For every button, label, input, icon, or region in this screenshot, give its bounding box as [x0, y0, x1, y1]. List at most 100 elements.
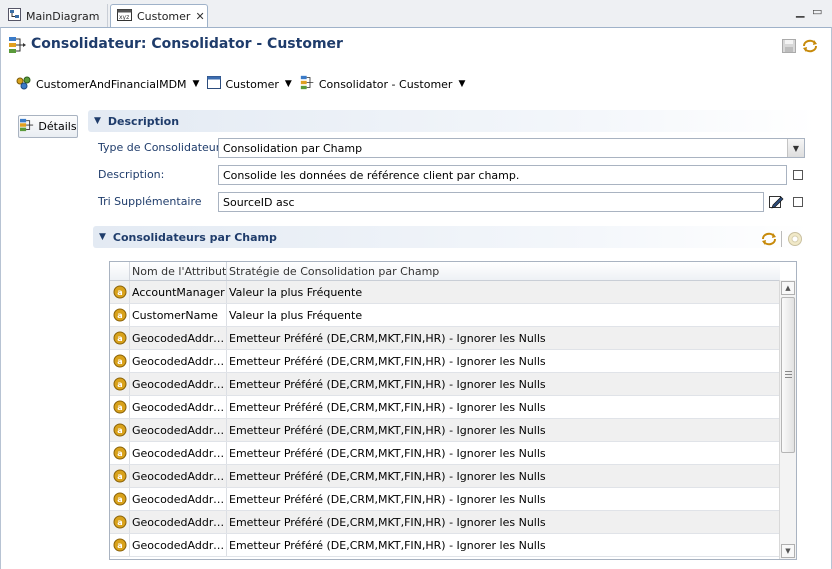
breadcrumb-model[interactable]: CustomerAndFinancialMDM	[16, 76, 187, 93]
save-icon[interactable]	[782, 39, 796, 56]
cell-separator	[226, 534, 227, 556]
chevron-down-icon[interactable]: ▼	[193, 79, 200, 89]
attribute-name-cell[interactable]: AccountManager	[132, 286, 227, 299]
close-icon[interactable]: ✕	[195, 10, 204, 23]
table-row[interactable]: a CustomerName Valeur la plus Fréquente	[110, 304, 780, 327]
grip-line	[785, 374, 792, 375]
model-icon	[16, 76, 32, 93]
strategy-cell[interactable]: Emetteur Préféré (DE,CRM,MKT,FIN,HR) - I…	[229, 424, 546, 437]
maximize-icon[interactable]: ▭	[812, 5, 822, 18]
scroll-up-icon[interactable]: ▲	[781, 281, 795, 295]
attribute-name-cell[interactable]: GeocodedAddres...	[132, 332, 227, 345]
page-title: Consolidateur: Consolidator - Customer	[31, 36, 343, 52]
grip-line	[785, 377, 792, 378]
attribute-name-cell[interactable]: GeocodedAddres...	[132, 401, 227, 414]
tab-customer[interactable]: xyz Customer ✕	[110, 4, 208, 28]
edit-expression-icon[interactable]	[769, 194, 784, 212]
attribute-name-cell[interactable]: GeocodedAddres...	[132, 355, 227, 368]
tab-label: Customer	[137, 10, 191, 23]
expand-field-icon[interactable]	[793, 197, 803, 207]
svg-text:a: a	[117, 472, 122, 481]
collapse-triangle-icon[interactable]: ▼	[99, 232, 106, 242]
minimize-icon[interactable]: ▁	[796, 5, 804, 18]
table-row[interactable]: a GeocodedAddres... Emetteur Préféré (DE,C…	[110, 327, 780, 350]
consolidator-icon	[300, 75, 315, 93]
breadcrumb-label: CustomerAndFinancialMDM	[36, 77, 187, 91]
cell-separator	[129, 327, 130, 349]
attribute-name-cell[interactable]: GeocodedAddres...	[132, 470, 227, 483]
cell-separator	[129, 304, 130, 326]
cell-separator	[226, 350, 227, 372]
details-button[interactable]: Détails	[18, 115, 78, 138]
attribute-name-cell[interactable]: CustomerName	[132, 309, 227, 322]
collapse-triangle-icon[interactable]: ▼	[94, 116, 101, 126]
table-row[interactable]: a GeocodedAddres... Emetteur Préféré (DE,C…	[110, 465, 780, 488]
column-header-attribute[interactable]: Nom de l'Attribut	[132, 265, 226, 278]
table-row[interactable]: a AccountManager Valeur la plus Fréquente	[110, 281, 780, 304]
table-row[interactable]: a GeocodedAddres... Emetteur Préféré (DE,C…	[110, 442, 780, 465]
table-row[interactable]: a GeocodedAddres... Emetteur Préféré (DE,C…	[110, 373, 780, 396]
table-row[interactable]: a GeocodedAddres... Emetteur Préféré (DE,C…	[110, 534, 780, 557]
svg-text:a: a	[117, 518, 122, 527]
expand-field-icon[interactable]	[793, 170, 803, 180]
table-row[interactable]: a GeocodedAddres... Emetteur Préféré (DE,C…	[110, 419, 780, 442]
svg-text:a: a	[117, 380, 122, 389]
breadcrumb-consolidator[interactable]: Consolidator - Customer	[300, 75, 452, 93]
sort-input[interactable]	[218, 192, 764, 212]
chevron-down-icon[interactable]: ▼	[285, 79, 292, 89]
strategy-cell[interactable]: Valeur la plus Fréquente	[229, 309, 362, 322]
strategy-cell[interactable]: Emetteur Préféré (DE,CRM,MKT,FIN,HR) - I…	[229, 493, 546, 506]
svg-text:a: a	[117, 426, 122, 435]
tab-maindiagram[interactable]: MainDiagram	[2, 4, 108, 28]
field-consolidators-section-header[interactable]: ▼ Consolidateurs par Champ	[93, 226, 810, 248]
strategy-cell[interactable]: Emetteur Préféré (DE,CRM,MKT,FIN,HR) - I…	[229, 355, 546, 368]
attribute-name-cell[interactable]: GeocodedAddres...	[132, 378, 227, 391]
refresh-icon[interactable]	[802, 39, 818, 56]
tab-label: MainDiagram	[26, 9, 100, 23]
attribute-icon: a	[113, 285, 127, 302]
breadcrumb-entity[interactable]: Customer	[207, 76, 279, 92]
cell-separator	[226, 488, 227, 510]
consolidator-type-value: Consolidation par Champ	[223, 141, 363, 155]
description-section-header[interactable]: ▼ Description	[88, 110, 816, 132]
attribute-name-cell[interactable]: GeocodedAddres...	[132, 424, 227, 437]
cell-separator	[129, 373, 130, 395]
description-input[interactable]	[218, 165, 787, 185]
column-separator	[129, 262, 130, 280]
strategy-cell[interactable]: Emetteur Préféré (DE,CRM,MKT,FIN,HR) - I…	[229, 378, 546, 391]
refresh-icon[interactable]	[761, 232, 777, 249]
table-row[interactable]: a GeocodedAddres... Emetteur Préféré (DE,C…	[110, 350, 780, 373]
scroll-down-icon[interactable]: ▼	[781, 544, 795, 558]
chevron-down-icon[interactable]: ▼	[787, 139, 804, 157]
attribute-name-cell[interactable]: GeocodedAddres...	[132, 493, 227, 506]
attribute-name-cell[interactable]: GeocodedAddres...	[132, 447, 227, 460]
scrollbar-thumb[interactable]	[781, 297, 795, 453]
table-row[interactable]: a GeocodedAddres... Emetteur Préféré (DE,C…	[110, 511, 780, 534]
cell-separator	[129, 419, 130, 441]
vertical-scrollbar[interactable]: ▲ ▼	[779, 280, 796, 559]
table-row[interactable]: a GeocodedAddres... Emetteur Préféré (DE,C…	[110, 488, 780, 511]
strategy-cell[interactable]: Emetteur Préféré (DE,CRM,MKT,FIN,HR) - I…	[229, 447, 546, 460]
chevron-down-icon[interactable]: ▼	[458, 79, 465, 89]
consolidator-type-select[interactable]: Consolidation par Champ ▼	[218, 138, 805, 158]
entity-icon	[207, 76, 222, 92]
column-header-strategy[interactable]: Stratégie de Consolidation par Champ	[229, 265, 439, 278]
attribute-name-cell[interactable]: GeocodedAddres...	[132, 516, 227, 529]
attribute-name-cell[interactable]: GeocodedAddres...	[132, 539, 227, 552]
strategy-cell[interactable]: Emetteur Préféré (DE,CRM,MKT,FIN,HR) - I…	[229, 516, 546, 529]
attribute-icon: a	[113, 354, 127, 371]
strategy-cell[interactable]: Emetteur Préféré (DE,CRM,MKT,FIN,HR) - I…	[229, 332, 546, 345]
attribute-icon: a	[113, 377, 127, 394]
strategy-cell[interactable]: Emetteur Préféré (DE,CRM,MKT,FIN,HR) - I…	[229, 401, 546, 414]
cell-separator	[226, 327, 227, 349]
svg-text:a: a	[117, 334, 122, 343]
svg-text:a: a	[117, 288, 122, 297]
attribute-icon: a	[113, 469, 127, 486]
clear-icon[interactable]	[787, 231, 803, 250]
strategy-cell[interactable]: Valeur la plus Fréquente	[229, 286, 362, 299]
table-row[interactable]: a GeocodedAddres... Emetteur Préféré (DE,C…	[110, 396, 780, 419]
strategy-cell[interactable]: Emetteur Préféré (DE,CRM,MKT,FIN,HR) - I…	[229, 470, 546, 483]
svg-text:a: a	[117, 541, 122, 550]
strategy-cell[interactable]: Emetteur Préféré (DE,CRM,MKT,FIN,HR) - I…	[229, 539, 546, 552]
cell-separator	[226, 442, 227, 464]
